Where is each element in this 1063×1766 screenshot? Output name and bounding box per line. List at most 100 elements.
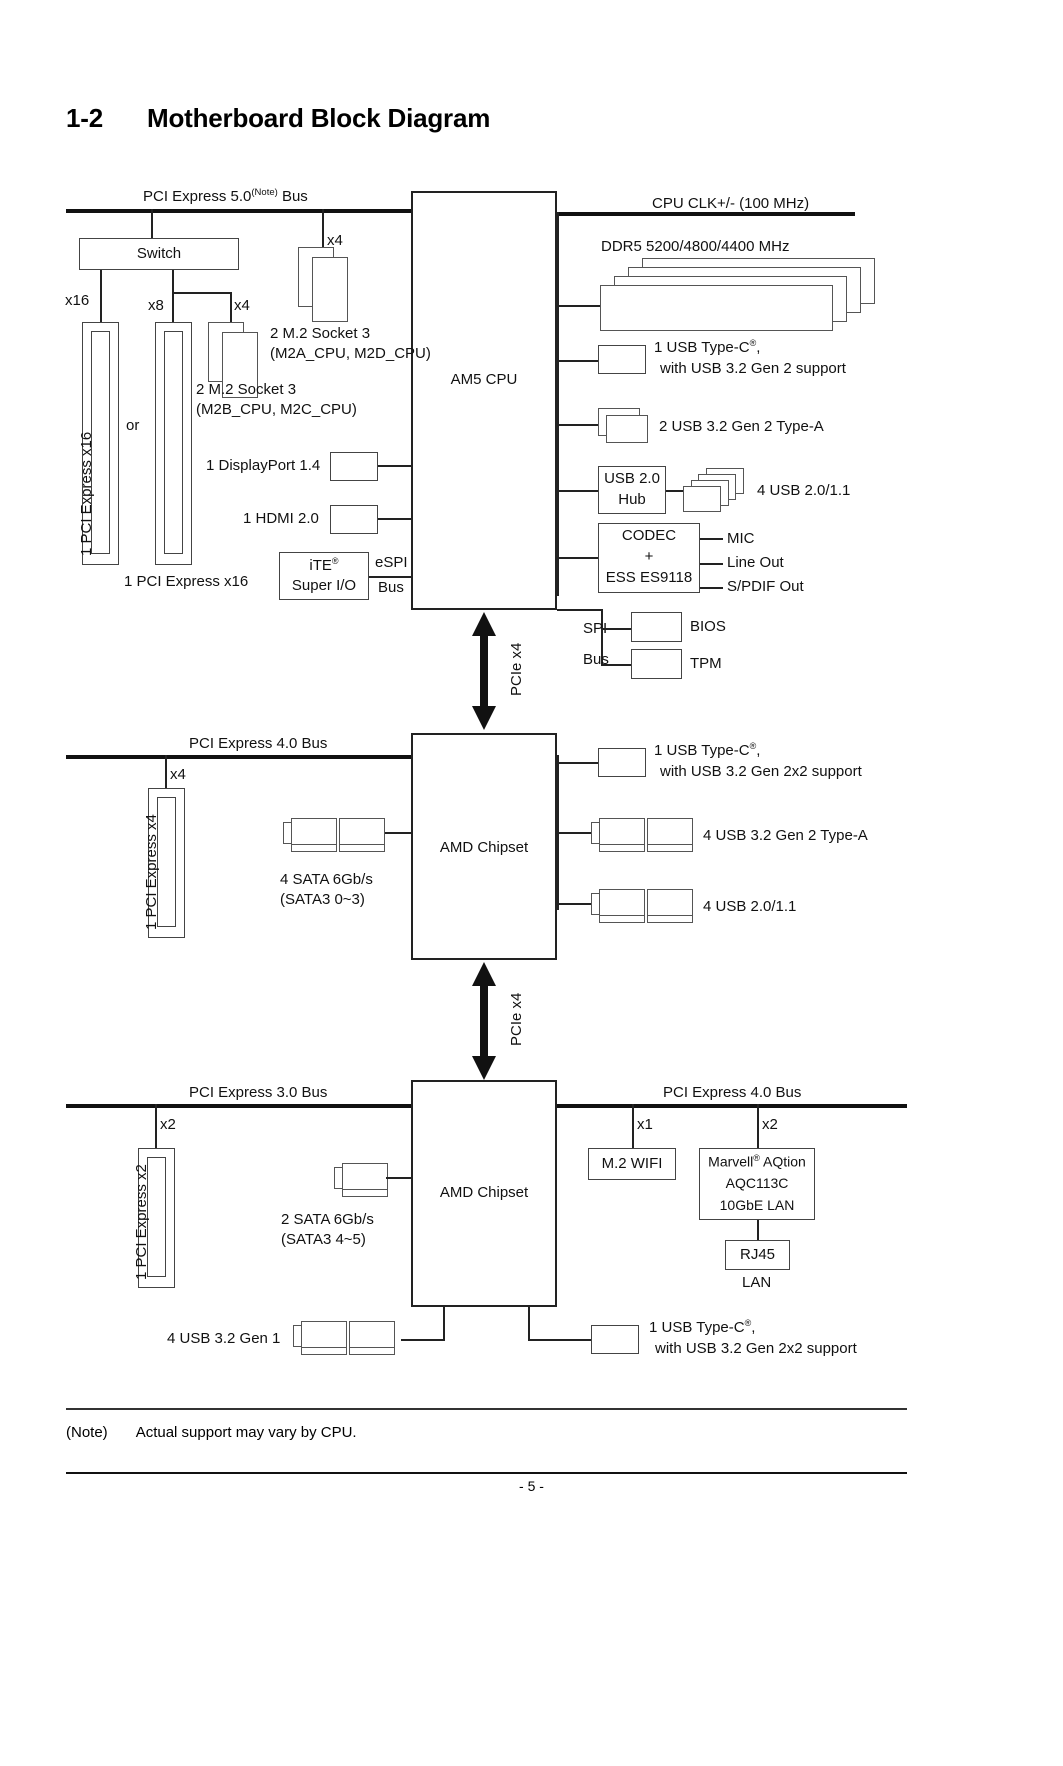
usb-c-mid-line1: 1 USB Type-C®, xyxy=(654,741,761,759)
spi-trunk-h xyxy=(557,609,603,611)
rj45-link-line xyxy=(757,1220,759,1240)
footnote-text: Actual support may vary by CPU. xyxy=(135,1424,357,1441)
mic-line xyxy=(700,538,723,540)
m2-socket-ad-line2: (M2A_CPU, M2D_CPU) xyxy=(270,345,431,362)
wifi-lane-label: x1 xyxy=(637,1116,653,1133)
usb-20-cpu-label: 4 USB 2.0/1.1 xyxy=(757,482,851,499)
bios-block xyxy=(631,612,682,642)
pcie40-bus-mid-label: PCI Express 4.0 Bus xyxy=(189,735,328,752)
bios-line xyxy=(601,628,631,630)
amd-chipset-mid-label: AMD Chipset xyxy=(439,839,529,856)
page-number: - 5 - xyxy=(519,1478,544,1494)
usb-a-mid-ports xyxy=(591,818,701,858)
pcie-x4-link-lower-arrow xyxy=(472,962,496,1080)
m2ad-drop-line xyxy=(322,209,324,247)
usb-gen1-h xyxy=(401,1339,445,1341)
super-io-line2: Super I/O xyxy=(291,577,357,594)
usb-20-mid-label: 4 USB 2.0/1.1 xyxy=(703,898,797,915)
pcie-x4-slot-drop xyxy=(165,755,167,788)
bios-label: BIOS xyxy=(690,618,726,635)
rj45-label: RJ45 xyxy=(739,1246,776,1263)
pcie-x4-slot-label: 1 PCI Express x4 xyxy=(143,814,160,930)
sata-bottom-line1: 2 SATA 6Gb/s xyxy=(281,1211,374,1228)
codec-block: CODEC + ESS ES9118 xyxy=(598,523,700,593)
codec-line3: ESS ES9118 xyxy=(605,569,693,586)
hdmi-line xyxy=(378,518,412,520)
pcie-x4-link-upper-label: PCIe x4 xyxy=(508,642,525,696)
usb-hub-line xyxy=(557,490,598,492)
displayport-label: 1 DisplayPort 1.4 xyxy=(206,457,321,474)
footnote-label: (Note) xyxy=(66,1424,108,1441)
lan-text-label: LAN xyxy=(742,1274,772,1291)
pcie40-bus-mid-line xyxy=(66,755,411,759)
pcie-x16-slot-1-label: 1 PCI Express x16 xyxy=(78,431,95,556)
displayport-line xyxy=(378,465,412,467)
usb-20-mid-ports xyxy=(591,889,701,929)
espi-line xyxy=(369,576,411,578)
switch-label: Switch xyxy=(136,245,182,262)
m2-wifi-block: M.2 WIFI xyxy=(588,1148,676,1180)
usb-c-bottom-drop xyxy=(528,1307,530,1341)
usb-c-bottom-port xyxy=(591,1325,639,1354)
sata-mid-line2: (SATA3 0~3) xyxy=(280,891,365,908)
spdif-label: S/PDIF Out xyxy=(727,578,804,595)
lan-drop-line xyxy=(757,1104,759,1148)
mic-label: MIC xyxy=(727,530,755,547)
page-title: 1-2 Motherboard Block Diagram xyxy=(66,103,490,134)
usb-c-bottom-line2: with USB 3.2 Gen 2x2 support xyxy=(655,1340,857,1357)
m2-socket-bc-line1: 2 M.2 Socket 3 xyxy=(196,381,297,398)
footer-divider-top xyxy=(66,1408,907,1410)
super-io-block: iTE® Super I/O xyxy=(279,552,369,600)
sata-bottom-line xyxy=(386,1177,411,1179)
codec-line2: + xyxy=(644,548,654,565)
title-text: Motherboard Block Diagram xyxy=(146,103,491,133)
rj45-block: RJ45 xyxy=(725,1240,790,1270)
m2-wifi-label: M.2 WIFI xyxy=(601,1155,663,1172)
lineout-label: Line Out xyxy=(727,554,784,571)
x8-lane-label: x8 xyxy=(148,297,164,314)
pcie30-bus-line xyxy=(66,1104,411,1108)
codec-line1: CODEC xyxy=(621,527,677,544)
codec-line xyxy=(557,557,598,559)
am5-cpu-label: AM5 CPU xyxy=(450,371,518,388)
block-diagram-page: 1-2 Motherboard Block Diagram PCI Express… xyxy=(0,0,1063,1766)
x16-branch-line xyxy=(100,270,102,323)
amd-chipset-bottom-label: AMD Chipset xyxy=(439,1184,529,1201)
hdmi-label: 1 HDMI 2.0 xyxy=(243,510,319,527)
usb-c-mid-line2: with USB 3.2 Gen 2x2 support xyxy=(660,763,862,780)
usb-c-cpu-line1: 1 USB Type-C®, xyxy=(654,338,761,356)
m2-socket-ad-group xyxy=(298,247,354,322)
tpm-block xyxy=(631,649,682,679)
pcie40-bus-bottom-line xyxy=(557,1104,907,1108)
x16-lane-label: x16 xyxy=(65,292,90,309)
cpu-clk-bus-line xyxy=(557,212,855,216)
x8-branch-line xyxy=(172,292,174,322)
usb-gen1-ports xyxy=(293,1321,405,1361)
pcie-x2-slot-lane: x2 xyxy=(160,1116,176,1133)
pcie-x16-slot-2 xyxy=(155,322,192,565)
pcie30-bus-label: PCI Express 3.0 Bus xyxy=(189,1084,328,1101)
switch-split-line xyxy=(172,292,232,294)
dimm-group xyxy=(580,258,875,331)
sata-mid-line1: 4 SATA 6Gb/s xyxy=(280,871,373,888)
x4b-branch-line xyxy=(230,292,232,322)
m2-socket-bc-line2: (M2B_CPU, M2C_CPU) xyxy=(196,401,357,418)
usb-a-cpu-label: 2 USB 3.2 Gen 2 Type-A xyxy=(659,418,824,435)
sata-mid-line xyxy=(385,832,411,834)
footnote: (Note) Actual support may vary by CPU. xyxy=(66,1424,357,1441)
switch-lower-line xyxy=(172,270,174,292)
pcie-x2-slot-drop xyxy=(155,1104,157,1148)
cpu-clk-label: CPU CLK+/- (100 MHz) xyxy=(652,195,810,212)
note-superscript: (Note) xyxy=(251,187,278,198)
pcie-x2-slot-label: 1 PCI Express x2 xyxy=(133,1164,150,1280)
espi-line1: eSPI xyxy=(375,554,408,571)
lan-lane-label: x2 xyxy=(762,1116,778,1133)
amd-chipset-bottom-block: AMD Chipset xyxy=(411,1080,557,1307)
lan-line2: AQC113C xyxy=(725,1175,789,1191)
hdmi-port xyxy=(330,505,378,534)
am5-cpu-block: AM5 CPU xyxy=(411,191,557,610)
usb-gen1-label: 4 USB 3.2 Gen 1 xyxy=(167,1330,281,1347)
pcie-x16-slot-2-label: 1 PCI Express x16 xyxy=(124,573,249,590)
usb-20-ports-cpu xyxy=(683,468,749,512)
switch-block: Switch xyxy=(79,238,239,270)
